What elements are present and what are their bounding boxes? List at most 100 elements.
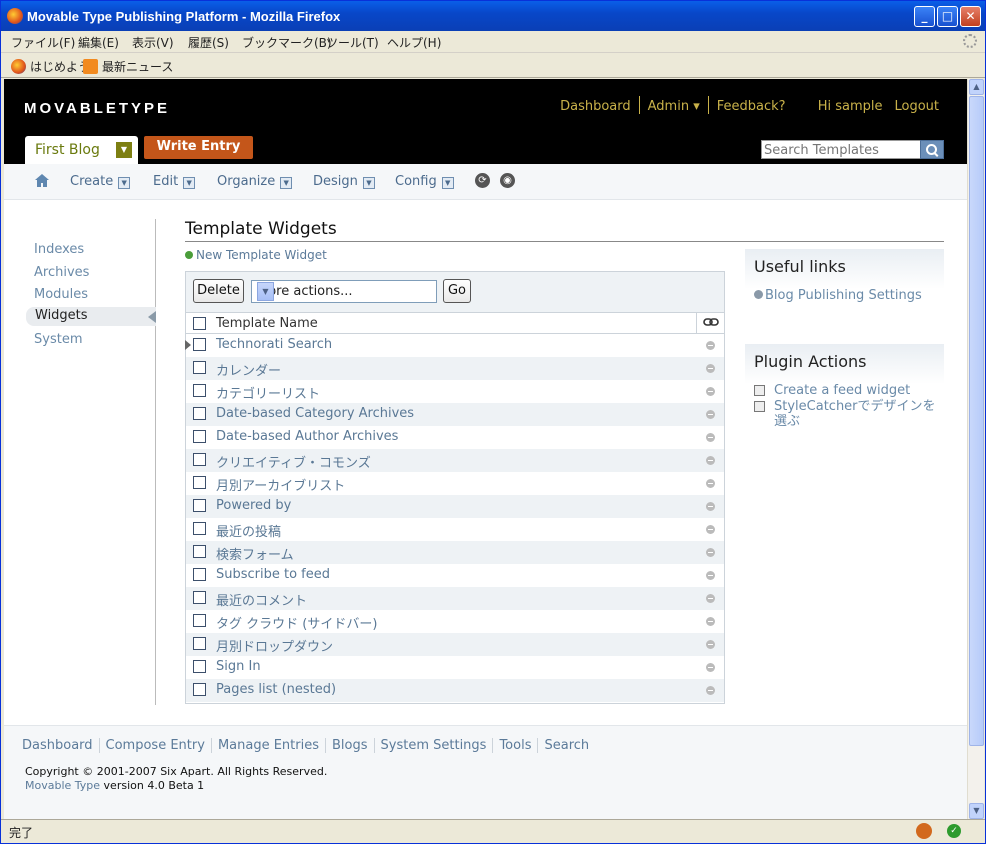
- select-all-checkbox[interactable]: [193, 317, 206, 330]
- blog-publishing-settings-link[interactable]: Blog Publishing Settings: [754, 288, 922, 303]
- chevron-down-icon[interactable]: ▼: [257, 282, 274, 301]
- sidebar-item-archives[interactable]: Archives: [34, 265, 89, 280]
- template-name-link[interactable]: Sign In: [216, 659, 261, 674]
- useful-links-heading: Useful links: [754, 257, 846, 276]
- row-checkbox[interactable]: [193, 384, 206, 397]
- dashboard-link[interactable]: Dashboard: [554, 99, 637, 114]
- minimize-button[interactable]: _: [914, 6, 935, 27]
- row-checkbox[interactable]: [193, 660, 206, 673]
- user-greeting[interactable]: Hi sample: [796, 99, 889, 114]
- row-checkbox[interactable]: [193, 591, 206, 604]
- row-checkbox[interactable]: [193, 568, 206, 581]
- close-button[interactable]: ✕: [960, 6, 981, 27]
- sidebar-item-system[interactable]: System: [34, 332, 82, 347]
- template-name-link[interactable]: 最近の投稿: [216, 521, 281, 540]
- chevron-down-icon[interactable]: ▼: [183, 177, 196, 189]
- row-checkbox[interactable]: [193, 545, 206, 558]
- chevron-down-icon[interactable]: ▼: [116, 142, 132, 158]
- new-template-widget-link[interactable]: New Template Widget: [185, 248, 327, 262]
- maximize-button[interactable]: □: [937, 6, 958, 27]
- more-actions-select[interactable]: More actions... ▼: [251, 280, 437, 303]
- nav-organize[interactable]: Organize ▼: [217, 174, 293, 189]
- footer-link-manage-entries[interactable]: Manage Entries: [210, 738, 325, 753]
- feedback-link[interactable]: Feedback?: [711, 99, 792, 114]
- template-name-link[interactable]: Pages list (nested): [216, 682, 336, 697]
- movable-type-link[interactable]: Movable Type: [25, 779, 100, 792]
- footer-link-blogs[interactable]: Blogs: [325, 738, 374, 753]
- template-name-link[interactable]: カレンダー: [216, 360, 281, 379]
- nav-design[interactable]: Design ▼: [313, 174, 375, 189]
- menu-file[interactable]: ファイル(F): [11, 34, 75, 51]
- chevron-down-icon[interactable]: ▼: [280, 177, 293, 189]
- row-checkbox[interactable]: [193, 453, 206, 466]
- template-name-link[interactable]: カテゴリーリスト: [216, 383, 320, 402]
- footer-link-tools[interactable]: Tools: [492, 738, 537, 753]
- home-icon[interactable]: [34, 173, 50, 188]
- column-header-template-name[interactable]: Template Name: [216, 316, 318, 331]
- menu-help[interactable]: ヘルプ(H): [387, 34, 441, 51]
- movabletype-logo[interactable]: MOVABLETYPE: [24, 100, 170, 117]
- row-checkbox[interactable]: [193, 614, 206, 627]
- nav-edit[interactable]: Edit ▼: [153, 174, 196, 189]
- chevron-down-icon[interactable]: ▼: [118, 177, 131, 189]
- unlinked-icon: [706, 594, 715, 603]
- admin-menu[interactable]: Admin ▾: [642, 99, 706, 114]
- view-site-icon[interactable]: ◉: [500, 173, 515, 188]
- footer-link-dashboard[interactable]: Dashboard: [22, 738, 99, 753]
- go-button[interactable]: Go: [443, 279, 471, 303]
- sidebar-item-widgets[interactable]: Widgets: [26, 307, 156, 326]
- vertical-scrollbar[interactable]: ▲ ▼: [967, 79, 984, 819]
- row-checkbox[interactable]: [193, 407, 206, 420]
- menu-bookmarks[interactable]: ブックマーク(B): [242, 34, 332, 51]
- menu-view[interactable]: 表示(V): [132, 34, 174, 51]
- footer-link-compose-entry[interactable]: Compose Entry: [98, 738, 211, 753]
- search-icon[interactable]: [920, 140, 944, 159]
- row-checkbox[interactable]: [193, 637, 206, 650]
- row-checkbox[interactable]: [193, 683, 206, 696]
- create-feed-widget-link[interactable]: Create a feed widget: [754, 383, 910, 398]
- bookmark-getting-started[interactable]: はじめよう: [11, 58, 90, 75]
- row-checkbox[interactable]: [193, 361, 206, 374]
- write-entry-button[interactable]: Write Entry: [144, 136, 253, 159]
- chevron-down-icon[interactable]: ▼: [441, 177, 454, 189]
- footer-link-search[interactable]: Search: [537, 738, 595, 753]
- scroll-up-icon[interactable]: ▲: [969, 79, 984, 95]
- chevron-down-icon[interactable]: ▼: [362, 177, 375, 189]
- unlinked-icon: [706, 479, 715, 488]
- extension-icon[interactable]: [916, 823, 932, 839]
- menu-tools[interactable]: ツール(T): [326, 34, 379, 51]
- template-name-link[interactable]: Date-based Category Archives: [216, 406, 414, 421]
- row-checkbox[interactable]: [193, 476, 206, 489]
- delete-button[interactable]: Delete: [193, 279, 244, 303]
- nav-config[interactable]: Config ▼: [395, 174, 454, 189]
- template-name-link[interactable]: 検索フォーム: [216, 544, 294, 563]
- scroll-thumb[interactable]: [969, 96, 984, 746]
- sidebar-item-modules[interactable]: Modules: [34, 287, 88, 302]
- menu-edit[interactable]: 編集(E): [78, 34, 119, 51]
- bookmark-latest-news[interactable]: 最新ニュース: [83, 58, 173, 75]
- search-input[interactable]: [764, 142, 919, 158]
- template-name-link[interactable]: Powered by: [216, 498, 291, 513]
- row-checkbox[interactable]: [193, 499, 206, 512]
- refresh-icon[interactable]: ⟳: [475, 173, 490, 188]
- template-name-link[interactable]: クリエイティブ・コモンズ: [216, 452, 371, 471]
- template-name-link[interactable]: 最近のコメント: [216, 590, 307, 609]
- stylecatcher-link[interactable]: StyleCatcherでデザインを選ぶ: [754, 399, 944, 429]
- template-name-link[interactable]: 月別ドロップダウン: [216, 636, 333, 655]
- template-name-link[interactable]: タグ クラウド (サイドバー): [216, 613, 377, 632]
- template-name-link[interactable]: Technorati Search: [216, 337, 332, 352]
- row-checkbox[interactable]: [193, 430, 206, 443]
- logout-link[interactable]: Logout: [888, 99, 945, 114]
- menu-history[interactable]: 履歴(S): [188, 34, 229, 51]
- footer-link-system-settings[interactable]: System Settings: [373, 738, 493, 753]
- blog-selector[interactable]: First Blog ▼: [25, 136, 138, 164]
- template-name-link[interactable]: Date-based Author Archives: [216, 429, 398, 444]
- sidebar-item-indexes[interactable]: Indexes: [34, 242, 84, 257]
- template-name-link[interactable]: 月別アーカイブリスト: [216, 475, 345, 494]
- scroll-down-icon[interactable]: ▼: [969, 803, 984, 819]
- check-icon[interactable]: ✓: [947, 824, 961, 838]
- nav-create[interactable]: Create ▼: [70, 174, 131, 189]
- row-checkbox[interactable]: [193, 522, 206, 535]
- row-checkbox[interactable]: [193, 338, 206, 351]
- template-name-link[interactable]: Subscribe to feed: [216, 567, 330, 582]
